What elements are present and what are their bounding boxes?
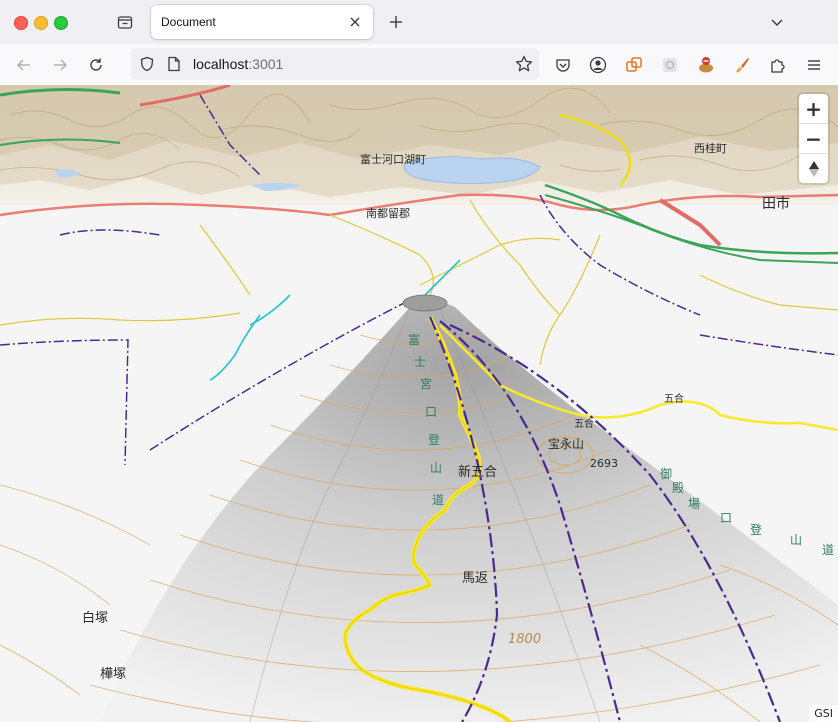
trail-char: 山 xyxy=(430,461,443,475)
terrain-map xyxy=(0,85,838,722)
trail-char: 道 xyxy=(432,493,445,507)
minimize-window-button[interactable] xyxy=(34,16,48,30)
trail-char: 道 xyxy=(822,543,835,557)
nav-toolbar: localhost:3001 xyxy=(0,44,838,86)
label-gogome: 五合 xyxy=(574,419,594,430)
label-contour-1800: 1800 xyxy=(508,632,542,647)
label-shingogome: 新五合 xyxy=(458,465,498,480)
compass-icon[interactable] xyxy=(799,154,828,183)
trail-char: 口 xyxy=(720,511,733,525)
trail-char: 御 xyxy=(660,467,673,481)
new-tab-icon[interactable] xyxy=(385,11,407,33)
label-minamitsuru: 南都留郡 xyxy=(366,207,410,220)
extension-red-icon[interactable] xyxy=(692,51,720,79)
label-nishikatsura: 西桂町 xyxy=(694,142,727,155)
label-gogo-right: 五合 xyxy=(664,394,684,405)
chevron-down-icon[interactable] xyxy=(766,11,788,33)
bookmark-star-icon[interactable] xyxy=(515,55,533,78)
address-bar[interactable]: localhost:3001 xyxy=(131,48,539,80)
maximize-window-button[interactable] xyxy=(54,16,68,30)
label-magaeshi: 馬返 xyxy=(462,571,489,586)
tab-strip: Document xyxy=(0,0,838,44)
browser-window: Document localhost:3001 富士河口湖町 西桂町 南都留郡 … xyxy=(0,0,838,722)
label-kabatsuka: 樺塚 xyxy=(100,667,127,682)
extension-grey-icon[interactable] xyxy=(656,51,684,79)
url-text[interactable]: localhost:3001 xyxy=(193,56,283,72)
trail-char: 富 xyxy=(408,333,421,347)
trail-char: 登 xyxy=(750,523,763,537)
tab-document[interactable]: Document xyxy=(151,5,373,39)
trail-char: 場 xyxy=(688,497,701,511)
tab-title: Document xyxy=(161,15,216,29)
extension-brush-icon[interactable] xyxy=(728,51,756,79)
puzzle-icon[interactable] xyxy=(764,51,792,79)
zoom-in-button[interactable]: + xyxy=(799,94,828,124)
page-icon xyxy=(167,56,181,77)
label-fujikawaguchiko: 富士河口湖町 xyxy=(360,153,426,166)
account-icon[interactable] xyxy=(584,51,612,79)
close-window-button[interactable] xyxy=(14,16,28,30)
label-shiratsuka: 白塚 xyxy=(82,611,109,626)
zoom-out-button[interactable]: − xyxy=(799,124,828,154)
shield-icon[interactable] xyxy=(139,56,155,77)
forward-icon[interactable] xyxy=(46,51,74,79)
map-viewport[interactable]: 富士河口湖町 西桂町 南都留郡 田市 富 士 宮 口 登 山 道 御 殿 場 口… xyxy=(0,85,838,722)
trail-char: 口 xyxy=(425,405,438,419)
label-city: 田市 xyxy=(762,196,790,212)
label-peak-2693: 2693 xyxy=(590,457,618,470)
multi-account-icon[interactable] xyxy=(620,51,648,79)
trail-char: 登 xyxy=(428,433,441,447)
url-port: :3001 xyxy=(248,56,284,72)
tab-close-icon[interactable] xyxy=(345,12,365,32)
menu-icon[interactable] xyxy=(800,51,828,79)
map-attribution[interactable]: GSI xyxy=(809,705,838,722)
back-icon[interactable] xyxy=(10,51,38,79)
zoom-control: + − xyxy=(799,94,828,183)
trail-char: 殿 xyxy=(672,481,685,495)
firefox-view-icon[interactable] xyxy=(114,11,136,33)
pocket-icon[interactable] xyxy=(549,51,577,79)
trail-char: 山 xyxy=(790,533,803,547)
url-host: localhost xyxy=(193,56,249,72)
trail-label-gotemba: 御 殿 場 口 登 山 道 xyxy=(660,465,838,585)
reload-icon[interactable] xyxy=(82,51,110,79)
trail-char: 宮 xyxy=(420,377,433,391)
label-hoei-zan: 宝永山 xyxy=(548,437,585,451)
trail-char: 士 xyxy=(414,355,427,369)
